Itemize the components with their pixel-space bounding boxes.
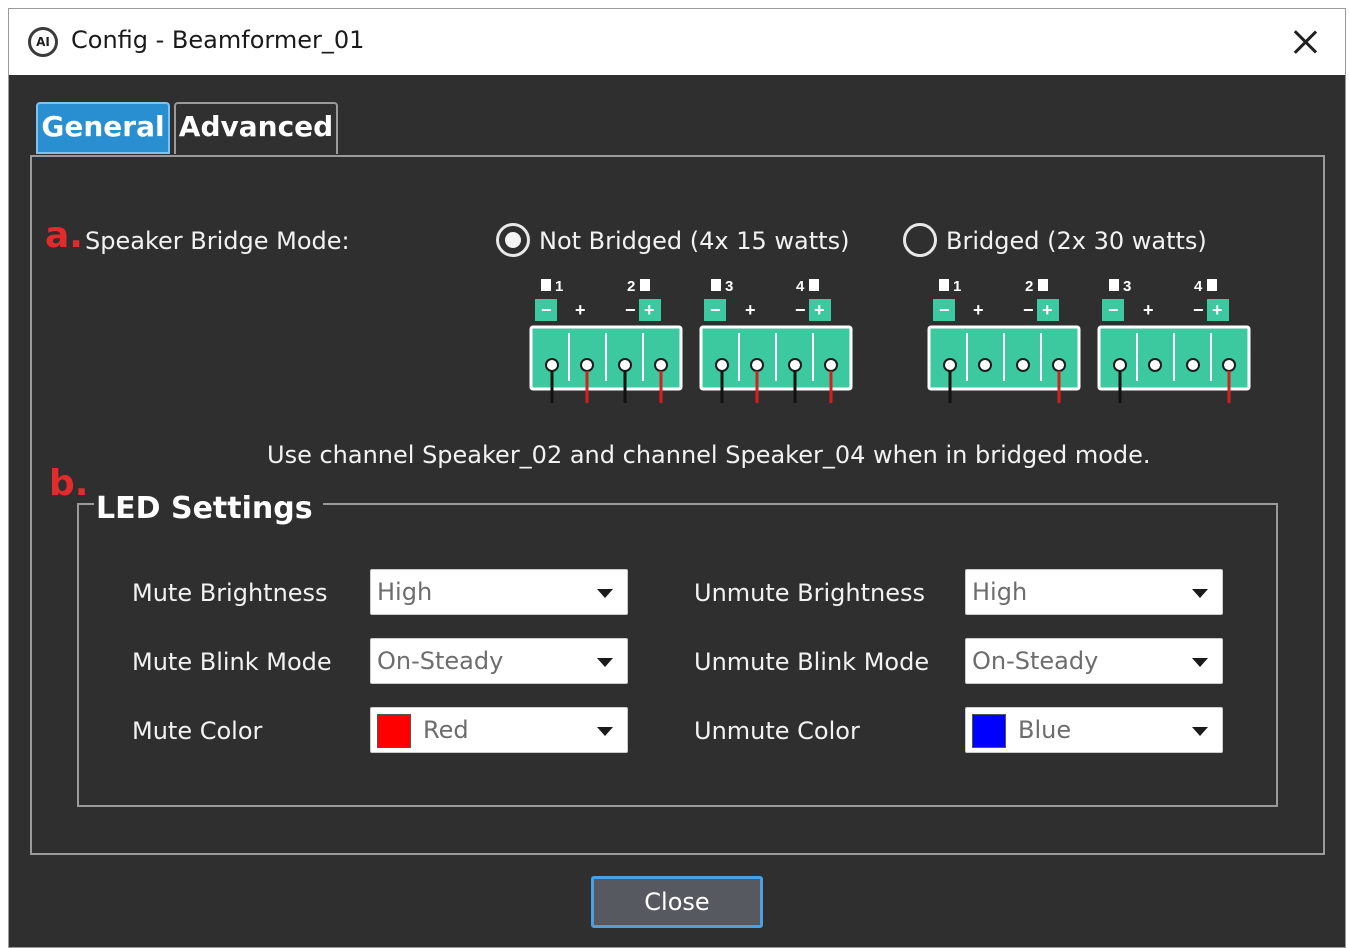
- plus-symbol-icon: +: [1143, 300, 1154, 320]
- screw-terminal-icon: [654, 358, 668, 372]
- minus-symbol-icon: −: [795, 300, 806, 320]
- config-dialog: AI Config - Beamformer_01 General Advanc…: [8, 8, 1346, 948]
- bridged-mode-note: Use channel Speaker_02 and channel Speak…: [267, 441, 1151, 469]
- minus-symbol-icon: −: [1108, 300, 1119, 320]
- mute-brightness-value: High: [377, 578, 433, 606]
- unmute-brightness-label: Unmute Brightness: [694, 579, 926, 607]
- chevron-down-icon: [597, 589, 613, 598]
- mute-blink-select[interactable]: On-Steady: [370, 638, 628, 684]
- plus-symbol-icon: +: [745, 300, 756, 320]
- channel-4-marker-icon: [809, 279, 819, 291]
- screw-terminal-icon: [943, 358, 957, 372]
- minus-symbol-icon: −: [625, 300, 636, 320]
- minus-symbol-icon: −: [541, 300, 552, 320]
- minus-symbol-icon: −: [1193, 300, 1204, 320]
- close-window-icon[interactable]: [1285, 22, 1325, 62]
- unmute-color-value: Blue: [1018, 716, 1072, 744]
- plus-symbol-icon: +: [575, 300, 586, 320]
- channel-3-label: 3: [725, 278, 733, 295]
- radio-selected-dot: [505, 232, 521, 248]
- screw-terminal-icon: [1186, 358, 1200, 372]
- unmute-color-label: Unmute Color: [694, 717, 860, 745]
- not-bridged-label[interactable]: Not Bridged (4x 15 watts): [539, 227, 849, 255]
- bridged-terminal-diagram: 1 2 3 4 − + − + − + − +: [927, 278, 1251, 403]
- not-bridged-terminal-diagram: 1 2 3 4 − + − + − + − +: [529, 278, 853, 403]
- tab-advanced[interactable]: Advanced: [174, 102, 338, 154]
- title-bar: AI Config - Beamformer_01: [9, 9, 1345, 75]
- channel-4-label: 4: [796, 278, 805, 295]
- mute-blink-value: On-Steady: [377, 647, 504, 675]
- speaker-bridge-label: Speaker Bridge Mode:: [85, 227, 350, 255]
- channel-2-marker-icon: [1038, 279, 1048, 291]
- minus-symbol-icon: −: [939, 300, 950, 320]
- screw-terminal-icon: [750, 358, 764, 372]
- channel-1-marker-icon: [541, 279, 551, 291]
- unmute-brightness-select[interactable]: High: [965, 569, 1223, 615]
- channel-4-label: 4: [1194, 278, 1203, 295]
- section-marker-b: b.: [49, 463, 89, 504]
- screw-terminal-icon: [1016, 358, 1030, 372]
- mute-color-label: Mute Color: [132, 717, 263, 745]
- minus-symbol-icon: −: [710, 300, 721, 320]
- unmute-brightness-value: High: [972, 578, 1028, 606]
- screw-terminal-icon: [824, 358, 838, 372]
- section-marker-a: a.: [45, 215, 83, 256]
- channel-2-label: 2: [627, 278, 635, 295]
- red-swatch-icon: [377, 714, 411, 748]
- channel-3-marker-icon: [711, 279, 721, 291]
- chevron-down-icon: [1192, 727, 1208, 736]
- channel-1-label: 1: [953, 278, 961, 295]
- window-title: Config - Beamformer_01: [71, 26, 365, 54]
- screw-terminal-icon: [1148, 358, 1162, 372]
- radio-bridged[interactable]: [903, 223, 937, 257]
- plus-symbol-icon: +: [973, 300, 984, 320]
- channel-2-marker-icon: [640, 279, 650, 291]
- led-settings-title: LED Settings: [94, 491, 323, 526]
- screw-terminal-icon: [1052, 358, 1066, 372]
- mute-blink-label: Mute Blink Mode: [132, 648, 332, 676]
- screw-terminal-icon: [1222, 358, 1236, 372]
- unmute-blink-select[interactable]: On-Steady: [965, 638, 1223, 684]
- screw-terminal-icon: [618, 358, 632, 372]
- plus-symbol-icon: +: [1042, 300, 1053, 320]
- chevron-down-icon: [1192, 658, 1208, 667]
- app-logo-icon: AI: [28, 27, 58, 57]
- unmute-blink-label: Unmute Blink Mode: [694, 648, 930, 676]
- plus-symbol-icon: +: [814, 300, 825, 320]
- minus-symbol-icon: −: [1023, 300, 1034, 320]
- mute-brightness-select[interactable]: High: [370, 569, 628, 615]
- screw-terminal-icon: [580, 358, 594, 372]
- chevron-down-icon: [597, 727, 613, 736]
- channel-4-marker-icon: [1207, 279, 1217, 291]
- close-button[interactable]: Close: [591, 876, 763, 928]
- channel-1-label: 1: [555, 278, 563, 295]
- screw-terminal-icon: [1113, 358, 1127, 372]
- channel-1-marker-icon: [939, 279, 949, 291]
- tab-general[interactable]: General: [36, 102, 170, 154]
- blue-swatch-icon: [972, 714, 1006, 748]
- chevron-down-icon: [1192, 589, 1208, 598]
- mute-color-value: Red: [423, 716, 469, 744]
- channel-3-label: 3: [1123, 278, 1131, 295]
- mute-brightness-label: Mute Brightness: [132, 579, 328, 607]
- mute-color-select[interactable]: Red: [370, 707, 628, 753]
- radio-not-bridged[interactable]: [496, 223, 530, 257]
- channel-3-marker-icon: [1109, 279, 1119, 291]
- screw-terminal-icon: [545, 358, 559, 372]
- plus-symbol-icon: +: [1212, 300, 1223, 320]
- screw-terminal-icon: [715, 358, 729, 372]
- screw-terminal-icon: [788, 358, 802, 372]
- screw-terminal-icon: [978, 358, 992, 372]
- chevron-down-icon: [597, 658, 613, 667]
- channel-2-label: 2: [1025, 278, 1033, 295]
- unmute-blink-value: On-Steady: [972, 647, 1099, 675]
- plus-symbol-icon: +: [644, 300, 655, 320]
- bridged-label[interactable]: Bridged (2x 30 watts): [946, 227, 1207, 255]
- unmute-color-select[interactable]: Blue: [965, 707, 1223, 753]
